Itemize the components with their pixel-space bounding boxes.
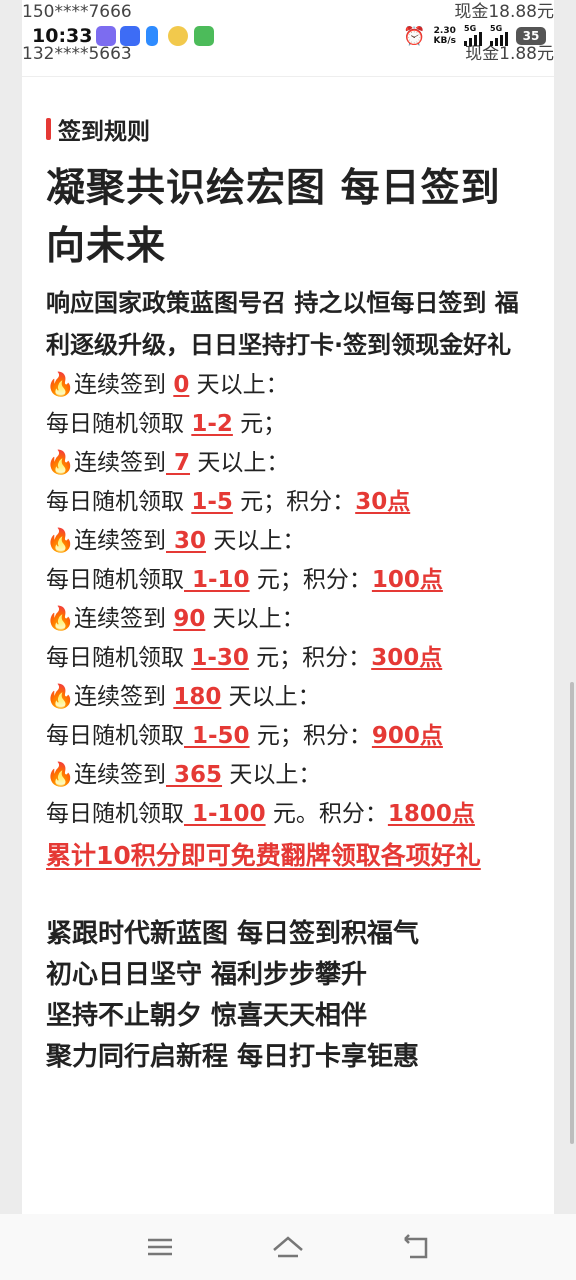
tier-reward-line: 每日随机领取 1-100 元。积分：1800点 <box>46 801 475 827</box>
fire-icon: 🔥 <box>46 450 75 476</box>
battery-icon: 35 <box>516 27 546 45</box>
tier-range: 1-50 <box>184 723 250 749</box>
fire-icon: 🔥 <box>46 606 75 632</box>
net-speed: 2.30 KB/s <box>434 26 456 46</box>
divider <box>22 76 554 77</box>
net-speed-unit: KB/s <box>433 36 456 46</box>
tier-range: 1-30 <box>191 645 249 671</box>
tier-days-line: 🔥连续签到 7 天以上： <box>46 444 521 483</box>
app-notification-icon <box>194 26 214 46</box>
menu-button[interactable] <box>140 1230 180 1264</box>
points-note: 累计10积分即可免费翻牌领取各项好礼 <box>46 841 481 870</box>
status-time: 10:33 <box>32 25 93 47</box>
tier-days: 7 <box>166 450 191 476</box>
tier-points: 300点 <box>371 645 443 671</box>
app-notification-icon <box>146 26 158 46</box>
tier-range: 1-10 <box>184 567 250 593</box>
tier-days-line: 🔥连续签到 30 天以上： <box>46 522 521 561</box>
tier-range: 1-2 <box>191 411 233 437</box>
fire-icon: 🔥 <box>46 372 75 398</box>
tier-reward-line: 每日随机领取 1-50 元；积分：900点 <box>46 723 443 749</box>
tier-days: 90 <box>173 606 206 632</box>
net-speed-value: 2.30 <box>433 26 456 36</box>
tier-points: 100点 <box>371 567 443 593</box>
fire-icon: 🔥 <box>46 762 75 788</box>
tier-points: 1800点 <box>387 801 475 827</box>
winner-amount: 现金18.88元 <box>454 2 554 22</box>
signal-label: 5G <box>490 24 503 33</box>
tier-points: 900点 <box>371 723 443 749</box>
slogan-line: 紧跟时代新蓝图 每日签到积福气 <box>46 919 420 949</box>
back-icon <box>404 1234 428 1259</box>
subhead: 响应国家政策蓝图号召 持之以恒每日签到 福利逐级升级，日日坚持打卡·签到领现金好… <box>46 289 519 359</box>
tier-list: 🔥连续签到 0 天以上： 每日随机领取 1-2 元； 🔥连续签到 7 天以上： … <box>46 366 521 834</box>
tier-days: 30 <box>166 528 207 554</box>
tier-reward-line: 每日随机领取 1-30 元；积分：300点 <box>46 645 443 671</box>
tier-range: 1-5 <box>191 489 233 515</box>
tier-range: 1-100 <box>184 801 266 827</box>
tier-days: 180 <box>173 684 222 710</box>
section-title: 签到规则 <box>58 119 150 145</box>
tier-days-line: 🔥连续签到 0 天以上： <box>46 366 521 405</box>
winner-row: 150****7666 现金18.88元 <box>22 0 554 24</box>
status-bar: 10:33 ⏰ 2.30 KB/s 5G 5G 35 <box>0 22 576 50</box>
tier-days: 365 <box>166 762 223 788</box>
home-button[interactable] <box>268 1230 308 1264</box>
signal-icon: 5G <box>464 24 482 46</box>
slogan-line: 聚力同行启新程 每日打卡享钜惠 <box>46 1042 420 1072</box>
rules-content: 凝聚共识绘宏图 每日签到向未来 响应国家政策蓝图号召 持之以恒每日签到 福利逐级… <box>46 160 521 1078</box>
tier-days-line: 🔥连续签到 90 天以上： <box>46 600 521 639</box>
menu-icon <box>148 1238 172 1256</box>
headline: 凝聚共识绘宏图 每日签到向未来 <box>46 166 501 269</box>
tier-reward-line: 每日随机领取 1-5 元；积分：30点 <box>46 489 411 515</box>
winner-phone: 150****7666 <box>22 2 132 22</box>
tier-days-line: 🔥连续签到 365 天以上： <box>46 756 521 795</box>
tier-days-line: 🔥连续签到 180 天以上： <box>46 678 521 717</box>
vivo-app-icon <box>120 26 140 46</box>
tier-reward-line: 每日随机领取 1-2 元； <box>46 411 287 437</box>
fire-icon: 🔥 <box>46 528 75 554</box>
slogan-line: 初心日日坚守 福利步步攀升 <box>46 960 368 990</box>
tier-reward-line: 每日随机领取 1-10 元；积分：100点 <box>46 567 443 593</box>
signal-label: 5G <box>464 24 477 33</box>
tier-points: 30点 <box>355 489 411 515</box>
app-notification-icon <box>96 26 116 46</box>
system-nav-bar <box>0 1214 576 1280</box>
tier-days: 0 <box>173 372 190 398</box>
slogan-line: 坚持不止朝夕 惊喜天天相伴 <box>46 1001 368 1031</box>
signal-icon: 5G <box>490 24 508 46</box>
back-button[interactable] <box>396 1230 436 1264</box>
section-header: 签到规则 <box>46 112 150 146</box>
slogan-list: 紧跟时代新蓝图 每日签到积福气 初心日日坚守 福利步步攀升 坚持不止朝夕 惊喜天… <box>46 914 521 1078</box>
section-accent-bar <box>46 118 51 140</box>
app-notification-icon <box>168 26 188 46</box>
scrollbar[interactable] <box>570 682 574 1144</box>
fire-icon: 🔥 <box>46 684 75 710</box>
home-icon <box>273 1236 303 1258</box>
alarm-icon: ⏰ <box>403 25 426 47</box>
